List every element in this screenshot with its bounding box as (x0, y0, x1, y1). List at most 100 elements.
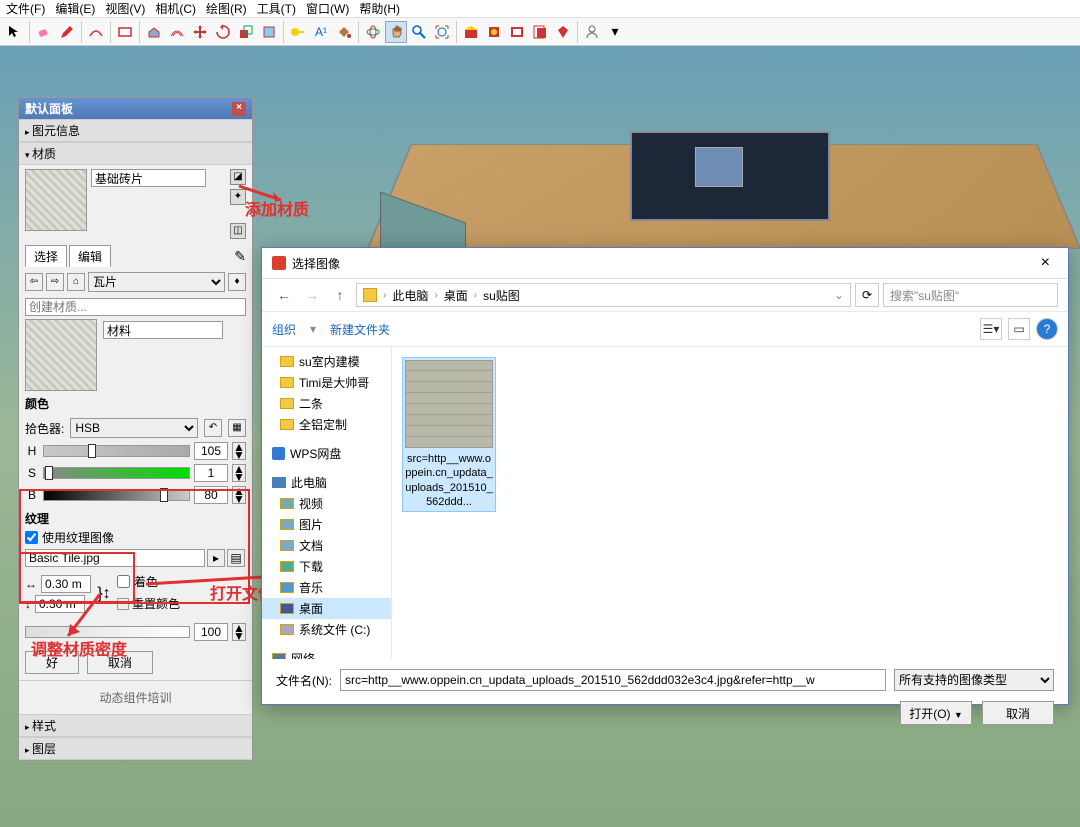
section-styles[interactable]: 样式 (19, 714, 252, 737)
nav-up-button[interactable]: ↑ (328, 283, 352, 307)
eyedropper-icon[interactable]: ✎ (234, 248, 246, 265)
tree-this-pc[interactable]: 此电脑 (262, 472, 391, 493)
material-name-input[interactable] (91, 169, 206, 187)
menu-file[interactable]: 文件(F) (6, 0, 45, 17)
organize-menu[interactable]: 组织 (272, 321, 296, 338)
material-category-select[interactable]: 瓦片 (88, 272, 225, 292)
bri-value-input[interactable] (194, 486, 228, 504)
bri-spinner[interactable]: ▲▼ (232, 486, 246, 504)
menu-help[interactable]: 帮助(H) (359, 0, 400, 17)
color-undo-icon[interactable]: ↶ (204, 419, 222, 437)
layout-icon[interactable] (529, 21, 551, 43)
sample-paint-icon[interactable]: ◪ (230, 169, 246, 185)
texture-file-input[interactable] (25, 549, 205, 567)
tree-folder[interactable]: Timi是大帅哥 (262, 372, 391, 393)
open-button[interactable]: 打开(O) ▼ (900, 701, 972, 725)
color-mode-select[interactable]: HSB (70, 418, 198, 438)
section-entity-info[interactable]: 图元信息 (19, 119, 252, 142)
arc-icon[interactable] (85, 21, 107, 43)
file-list[interactable]: src=http__www.oppein.cn_updata_uploads_2… (392, 347, 1068, 659)
orbit-icon[interactable] (362, 21, 384, 43)
followme-icon[interactable] (258, 21, 280, 43)
file-item[interactable]: src=http__www.oppein.cn_updata_uploads_2… (402, 357, 496, 512)
menu-camera[interactable]: 相机(C) (155, 0, 196, 17)
reset-color-button[interactable]: 重置颜色 (117, 595, 180, 612)
hue-slider[interactable] (43, 445, 190, 457)
dialog-cancel-button[interactable]: 取消 (982, 701, 1054, 725)
material-swatch[interactable] (25, 319, 97, 391)
dropdown-icon[interactable]: ▾ (604, 21, 626, 43)
edit-texture-icon[interactable]: ▤ (227, 549, 245, 567)
browse-texture-icon[interactable]: ▸ (207, 549, 225, 567)
use-texture-checkbox[interactable]: 使用纹理图像 (25, 529, 246, 546)
color-swatch-icon[interactable]: ▦ (228, 419, 246, 437)
section-materials[interactable]: 材质 (19, 142, 252, 165)
zoom-extents-icon[interactable] (431, 21, 453, 43)
tree-videos[interactable]: 视频 (262, 493, 391, 514)
create-material-input[interactable] (25, 298, 246, 316)
texture-height-input[interactable] (35, 595, 85, 613)
hue-value-input[interactable] (194, 442, 228, 460)
rectangle-icon[interactable] (114, 21, 136, 43)
extension-icon[interactable] (506, 21, 528, 43)
nav-home-icon[interactable]: ⌂ (67, 273, 85, 291)
tint-checkbox[interactable]: 着色 (117, 573, 180, 590)
bri-slider[interactable] (43, 489, 190, 501)
menu-draw[interactable]: 绘图(R) (206, 0, 247, 17)
breadcrumb[interactable]: ›此电脑 ›桌面 ›su贴图 ⌄ (356, 283, 851, 307)
tree-wps[interactable]: WPS网盘 (262, 443, 391, 464)
move-icon[interactable] (189, 21, 211, 43)
warehouse-icon[interactable] (460, 21, 482, 43)
nav-back-button[interactable]: ← (272, 283, 296, 307)
tree-cdrive[interactable]: 系统文件 (C:) (262, 619, 391, 640)
dialog-close-icon[interactable]: × (1033, 254, 1058, 272)
tape-icon[interactable] (287, 21, 309, 43)
search-input[interactable]: 搜索"su贴图" (883, 283, 1058, 307)
crumb-dropdown-icon[interactable]: ⌄ (834, 288, 844, 302)
view-mode-icon[interactable]: ☰▾ (980, 318, 1002, 340)
texture-width-input[interactable] (41, 575, 91, 593)
menu-tools[interactable]: 工具(T) (257, 0, 296, 17)
tree-pictures[interactable]: 图片 (262, 514, 391, 535)
scale-icon[interactable] (235, 21, 257, 43)
zoom-icon[interactable] (408, 21, 430, 43)
pencil-icon[interactable] (56, 21, 78, 43)
create-material-icon[interactable]: ✦ (230, 189, 246, 205)
new-folder-button[interactable]: 新建文件夹 (330, 321, 390, 338)
sat-slider[interactable] (43, 467, 190, 479)
material-preview-swatch[interactable] (25, 169, 87, 231)
cancel-button[interactable]: 取消 (87, 651, 153, 674)
ruby-icon[interactable] (552, 21, 574, 43)
offset-icon[interactable] (166, 21, 188, 43)
filename-input[interactable] (340, 669, 886, 691)
menu-window[interactable]: 窗口(W) (306, 0, 349, 17)
sat-value-input[interactable] (194, 464, 228, 482)
menu-edit[interactable]: 编辑(E) (55, 0, 95, 17)
pushpull-icon[interactable] (143, 21, 165, 43)
section-layers[interactable]: 图层 (19, 737, 252, 760)
eraser-icon[interactable] (33, 21, 55, 43)
folder-tree[interactable]: su室内建模 Timi是大帅哥 二条 全铝定制 WPS网盘 此电脑 视频 图片 … (262, 347, 392, 659)
tab-select[interactable]: 选择 (25, 245, 67, 267)
rotate-icon[interactable] (212, 21, 234, 43)
tree-documents[interactable]: 文档 (262, 535, 391, 556)
panel-close-icon[interactable]: × (232, 102, 246, 116)
select-tool-icon[interactable] (4, 21, 26, 43)
set-default-icon[interactable]: ◫ (230, 223, 246, 239)
ok-button[interactable]: 好 (25, 651, 79, 674)
component-icon[interactable] (483, 21, 505, 43)
tree-folder[interactable]: 二条 (262, 393, 391, 414)
sat-spinner[interactable]: ▲▼ (232, 464, 246, 482)
hue-spinner[interactable]: ▲▼ (232, 442, 246, 460)
pan-icon[interactable] (385, 21, 407, 43)
material-type-input[interactable] (103, 321, 223, 339)
text-icon[interactable]: A¹ (310, 21, 332, 43)
menu-view[interactable]: 视图(V) (105, 0, 145, 17)
preview-pane-icon[interactable]: ▭ (1008, 318, 1030, 340)
refresh-button[interactable]: ⟳ (855, 283, 879, 307)
help-icon[interactable]: ? (1036, 318, 1058, 340)
tree-downloads[interactable]: 下载 (262, 556, 391, 577)
opacity-slider[interactable] (25, 626, 190, 638)
opacity-spinner[interactable]: ▲▼ (232, 623, 246, 641)
panel-titlebar[interactable]: 默认面板 × (19, 98, 252, 119)
